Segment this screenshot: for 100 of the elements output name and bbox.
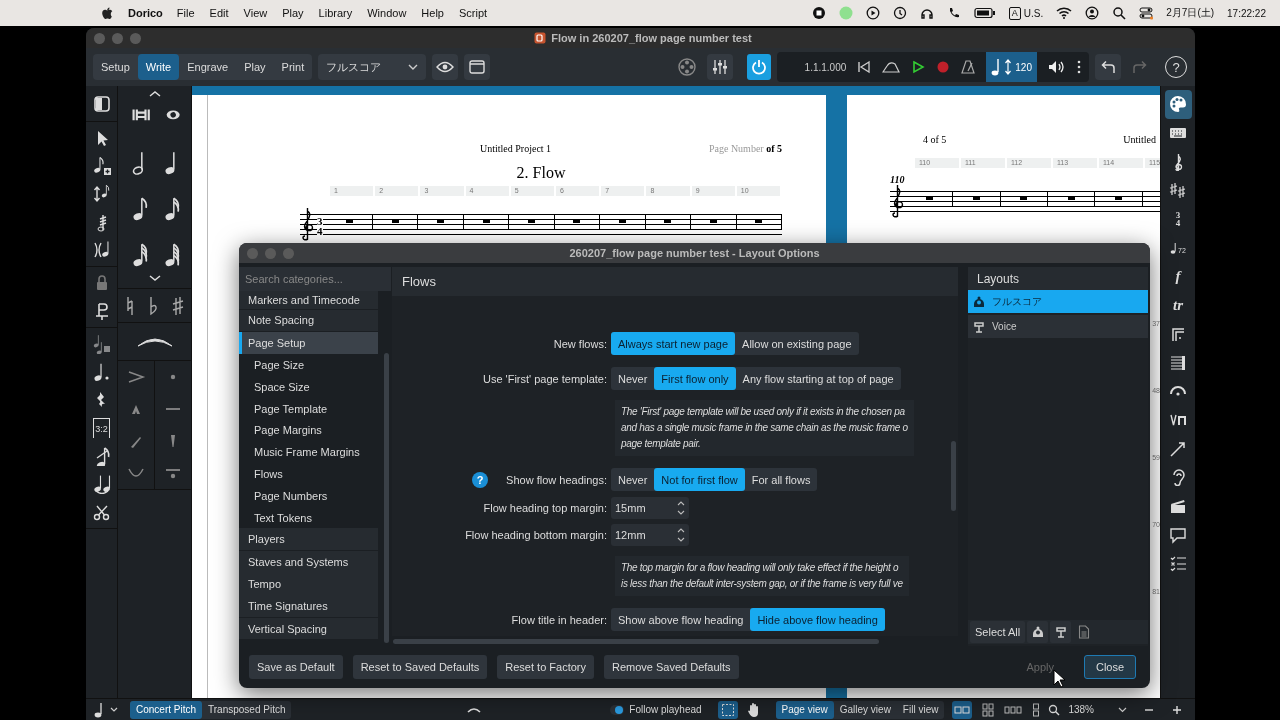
segment-button[interactable]: Never [611, 367, 655, 390]
grace-note-icon[interactable] [91, 334, 112, 354]
page-grid-icon[interactable] [982, 702, 995, 717]
document-icon[interactable] [1078, 625, 1091, 639]
tempo-field[interactable]: 120 [986, 52, 1037, 82]
view-tab[interactable]: Galley view [833, 700, 897, 719]
select-all-button[interactable]: Select All [970, 621, 1026, 643]
mode-tab[interactable]: Print [273, 54, 313, 80]
ornaments-tool[interactable]: tr [1173, 296, 1183, 314]
mode-tab[interactable]: Play [236, 54, 274, 80]
user-icon[interactable] [1085, 6, 1100, 20]
number-field[interactable]: 12mm [611, 524, 689, 546]
menu-item[interactable]: File [176, 7, 195, 19]
pages-horizontal-icon[interactable] [1004, 704, 1023, 715]
comment-icon[interactable] [1169, 525, 1187, 544]
barline-icon[interactable] [1169, 353, 1187, 372]
input-source-badge[interactable]: A [1008, 6, 1021, 20]
menu-item[interactable]: Play [282, 7, 304, 19]
segment-button[interactable]: For all flows [744, 468, 818, 491]
segment-button[interactable]: Allow on existing page [735, 332, 859, 355]
view-button[interactable] [432, 54, 459, 80]
segment-button[interactable]: Any flow starting at top of page [735, 367, 901, 390]
category-item[interactable]: Vertical Spacing [239, 617, 378, 640]
menu-item[interactable]: Edit [209, 7, 229, 19]
category-item[interactable]: Tempo [239, 573, 378, 595]
sharp-icon[interactable] [172, 295, 185, 316]
subcategory-item[interactable]: Music Frame Margins [239, 441, 384, 464]
subcategory-item[interactable]: Page Template [239, 397, 384, 420]
category-item[interactable]: Players [239, 528, 378, 551]
number-field[interactable]: 15mm [611, 497, 689, 519]
mode-tab[interactable]: Setup [93, 54, 138, 80]
category-item[interactable]: Note Spacing [239, 309, 378, 332]
help-button[interactable]: ? [472, 471, 489, 488]
rewind-icon[interactable] [857, 60, 872, 74]
part-filter-button[interactable] [1050, 621, 1072, 643]
caret-up-icon[interactable] [148, 90, 161, 98]
menu-item[interactable]: Help [421, 7, 444, 19]
film-reel-icon[interactable] [677, 58, 696, 76]
app-menu[interactable]: Dorico [128, 7, 163, 19]
time-signature-tool[interactable]: 3 4 [1175, 211, 1181, 228]
metronome-icon[interactable] [961, 60, 976, 74]
menu-item[interactable]: Window [367, 7, 407, 19]
mode-tab[interactable]: Engrave [179, 54, 237, 80]
view-tab[interactable]: Fill view [896, 700, 945, 719]
dialog-button[interactable]: Save as Default [249, 655, 343, 679]
frame-button[interactable] [464, 54, 491, 80]
flat-icon[interactable] [148, 295, 159, 316]
tied-notes-icon[interactable] [91, 474, 112, 494]
caret-down-icon[interactable] [110, 706, 118, 713]
note-bracket-icon[interactable] [91, 240, 112, 260]
segment-button[interactable]: Show above flow heading [611, 608, 751, 631]
dialog-button[interactable]: Reset to Saved Defaults [352, 655, 488, 679]
search-field[interactable]: Search categories... [239, 267, 391, 291]
close-button[interactable]: Close [1084, 655, 1136, 679]
stop-record-icon[interactable] [811, 6, 826, 20]
subcategory-item[interactable]: Flows [239, 463, 384, 485]
subcategory-item[interactable]: Text Tokens [239, 506, 384, 529]
category-item[interactable]: Page Setup [239, 331, 378, 354]
category-item[interactable]: Time Signatures [239, 595, 378, 618]
segment-button[interactable]: Hide above flow heading [750, 608, 885, 631]
category-item[interactable]: Staves and Systems [239, 550, 378, 573]
subcategory-item[interactable]: Page Numbers [239, 484, 384, 507]
segment-button[interactable]: Always start new page [611, 332, 736, 355]
zoom-icon[interactable] [1048, 703, 1061, 716]
segment-button[interactable]: Never [611, 468, 655, 491]
full-score-filter-button[interactable] [1027, 621, 1049, 643]
natural-icon[interactable] [124, 295, 135, 316]
status-dot-icon[interactable] [838, 6, 853, 20]
power-button[interactable] [746, 54, 771, 80]
category-item[interactable]: Markers and Timecode [239, 291, 378, 309]
caret-down-icon[interactable] [148, 274, 161, 282]
layout-dropdown[interactable]: フルスコア [318, 54, 427, 80]
play-icon[interactable] [911, 60, 926, 74]
battery-icon[interactable] [973, 7, 996, 19]
scrollbar[interactable] [951, 441, 956, 511]
pitch-mode-tab[interactable]: Transposed Pitch [202, 700, 292, 719]
layout-item[interactable]: フルスコア [968, 290, 1148, 313]
palette-icon[interactable] [1169, 95, 1187, 114]
subcategory-item[interactable]: Page Margins [239, 419, 384, 442]
scrollbar[interactable] [384, 353, 389, 643]
layout-item[interactable]: Voice [968, 315, 1148, 338]
wifi-icon[interactable] [1056, 7, 1073, 19]
zoom-dropdown[interactable]: 138% [1068, 704, 1127, 715]
clock-icon[interactable] [892, 6, 907, 20]
selection-tool-button[interactable] [717, 700, 738, 719]
caret-up-icon[interactable] [467, 706, 481, 713]
sharps-icon[interactable] [1169, 181, 1187, 200]
hand-icon[interactable] [745, 701, 760, 718]
dialog-button[interactable]: Remove Saved Defaults [604, 655, 739, 679]
spread-view-button[interactable] [952, 700, 973, 719]
menu-item[interactable]: View [243, 7, 268, 19]
view-tab[interactable]: Page view [775, 700, 834, 719]
headphones-icon[interactable] [919, 6, 934, 20]
control-center-icon[interactable] [1139, 6, 1154, 20]
pitch-mode-tab[interactable]: Concert Pitch [130, 700, 203, 719]
panel-toggle-icon[interactable] [91, 93, 112, 114]
tuplet-button[interactable]: 3:2 [93, 418, 110, 438]
toggle-switch[interactable] [610, 704, 625, 715]
menu-item[interactable]: Library [318, 7, 353, 19]
checklist-icon[interactable] [1169, 554, 1187, 573]
